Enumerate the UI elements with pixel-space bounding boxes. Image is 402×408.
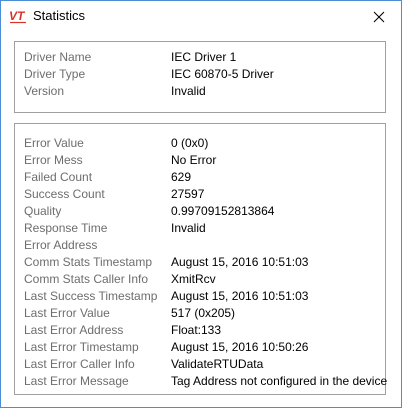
success-count-label: Success Count bbox=[24, 187, 105, 201]
stat-row-driver-type: Driver Type IEC 60870-5 Driver bbox=[24, 66, 386, 83]
statistics-list: Error Value 0 (0x0) Error Mess No Error Fail… bbox=[24, 135, 388, 390]
version-value: Invalid bbox=[171, 84, 206, 98]
statistics-group: Error Value 0 (0x0) Error Mess No Error Fail… bbox=[14, 123, 388, 395]
stat-row-error-address: Error Address bbox=[24, 237, 386, 254]
window-title: Statistics bbox=[33, 8, 86, 23]
driver-type-value: IEC 60870-5 Driver bbox=[171, 67, 274, 81]
stat-row-last-success-timestamp: Last Success Timestamp August 15, 2016 10… bbox=[24, 288, 386, 305]
error-mess-label: Error Mess bbox=[24, 153, 83, 167]
quality-label: Quality bbox=[24, 204, 62, 218]
last-error-address-value: Float:133 bbox=[171, 323, 222, 337]
last-error-address-label: Last Error Address bbox=[24, 323, 124, 337]
error-value-value: 0 (0x0) bbox=[171, 136, 209, 150]
stat-row-last-error-message: Last Error Message Tag Address not config… bbox=[24, 373, 388, 390]
failed-count-label: Failed Count bbox=[24, 170, 93, 184]
version-label: Version bbox=[24, 84, 65, 98]
last-error-timestamp-label: Last Error Timestamp bbox=[24, 340, 139, 354]
error-address-label: Error Address bbox=[24, 238, 98, 252]
comm-stats-timestamp-label: Comm Stats Timestamp bbox=[24, 255, 153, 269]
driver-name-value: IEC Driver 1 bbox=[171, 50, 237, 64]
driver-info-group: Driver Name IEC Driver 1 Driver Type IEC 60… bbox=[14, 41, 386, 113]
stat-row-last-error-timestamp: Last Error Timestamp August 15, 2016 10:5… bbox=[24, 339, 386, 356]
driver-name-label: Driver Name bbox=[24, 50, 92, 64]
stat-row-success-count: Success Count 27597 bbox=[24, 186, 386, 203]
response-time-value: Invalid bbox=[171, 221, 206, 235]
last-error-caller-info-label: Last Error Caller Info bbox=[24, 357, 135, 371]
last-success-timestamp-value: August 15, 2016 10:51:03 bbox=[171, 289, 309, 303]
stat-row-response-time: Response Time Invalid bbox=[24, 220, 386, 237]
last-error-value-label: Last Error Value bbox=[24, 306, 110, 320]
close-button[interactable] bbox=[356, 1, 401, 32]
error-mess-value: No Error bbox=[171, 153, 217, 167]
last-error-message-label: Last Error Message bbox=[24, 374, 129, 388]
last-error-timestamp-value: August 15, 2016 10:50:26 bbox=[171, 340, 309, 354]
last-error-message-value: Tag Address not configured in the device bbox=[171, 374, 388, 388]
vt-logo-icon: VT bbox=[9, 9, 26, 24]
stat-row-version: Version Invalid bbox=[24, 83, 386, 100]
response-time-label: Response Time bbox=[24, 221, 108, 235]
driver-type-label: Driver Type bbox=[24, 67, 86, 81]
last-error-value-value: 517 (0x205) bbox=[171, 306, 236, 320]
stat-row-error-value: Error Value 0 (0x0) bbox=[24, 135, 386, 152]
comm-stats-timestamp-value: August 15, 2016 10:51:03 bbox=[171, 255, 309, 269]
close-icon bbox=[373, 11, 384, 22]
comm-stats-caller-info-value: XmitRcv bbox=[171, 272, 216, 286]
window-client-area: Driver Name IEC Driver 1 Driver Type IEC 60… bbox=[1, 32, 401, 407]
stat-row-failed-count: Failed Count 629 bbox=[24, 169, 386, 186]
stat-row-comm-stats-timestamp: Comm Stats Timestamp August 15, 2016 10:5… bbox=[24, 254, 386, 271]
success-count-value: 27597 bbox=[171, 187, 205, 201]
comm-stats-caller-info-label: Comm Stats Caller Info bbox=[24, 272, 149, 286]
stat-row-last-error-caller-info: Last Error Caller Info ValidateRTUData bbox=[24, 356, 386, 373]
stat-row-last-error-address: Last Error Address Float:133 bbox=[24, 322, 386, 339]
stat-row-error-mess: Error Mess No Error bbox=[24, 152, 386, 169]
stat-row-quality: Quality 0.99709152813864 bbox=[24, 203, 386, 220]
vt-logo-text: VT bbox=[9, 9, 26, 23]
quality-value: 0.99709152813864 bbox=[171, 204, 275, 218]
stat-row-comm-stats-caller-info: Comm Stats Caller Info XmitRcv bbox=[24, 271, 386, 288]
last-success-timestamp-label: Last Success Timestamp bbox=[24, 289, 158, 303]
driver-info-list: Driver Name IEC Driver 1 Driver Type IEC 60… bbox=[24, 49, 386, 100]
stat-row-last-error-value: Last Error Value 517 (0x205) bbox=[24, 305, 386, 322]
error-value-label: Error Value bbox=[24, 136, 84, 150]
statistics-window: VT Statistics Driver Name IEC Driver 1 Dri… bbox=[0, 0, 402, 408]
failed-count-value: 629 bbox=[171, 170, 192, 184]
title-bar[interactable]: VT Statistics bbox=[1, 1, 401, 32]
last-error-caller-info-value: ValidateRTUData bbox=[171, 357, 264, 371]
stat-row-driver-name: Driver Name IEC Driver 1 bbox=[24, 49, 386, 66]
